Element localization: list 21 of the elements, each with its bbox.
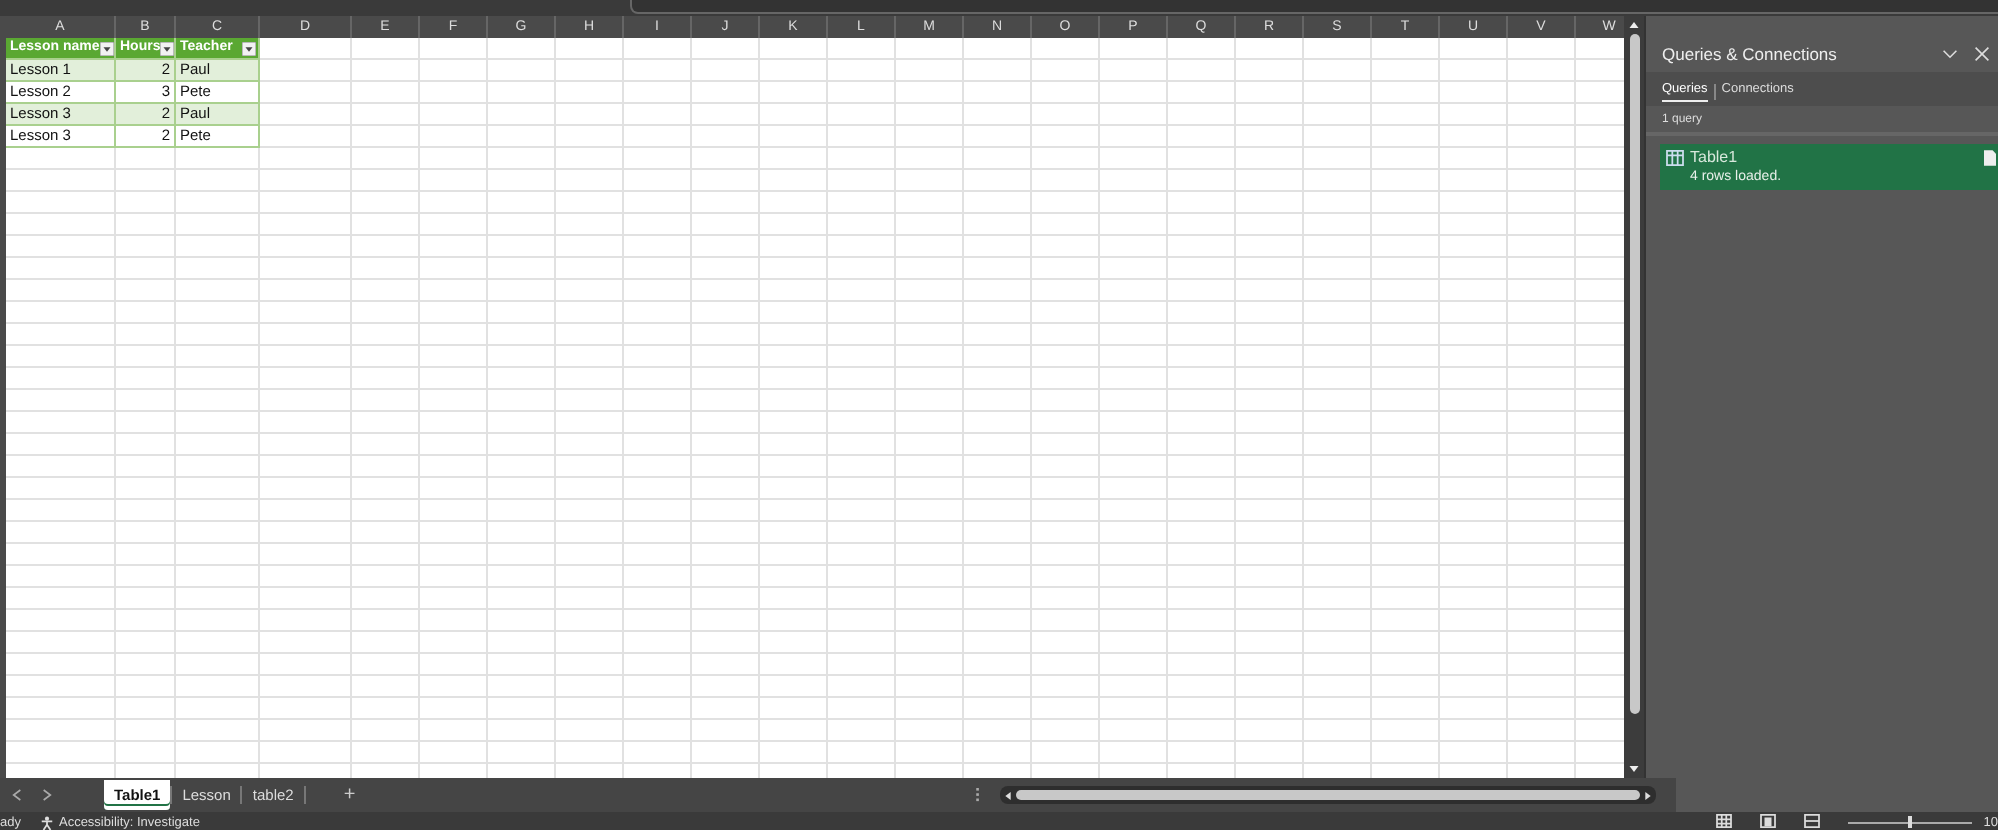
page-layout-icon[interactable] <box>1759 814 1776 828</box>
document-icon <box>1984 150 1996 166</box>
scroll-down-icon[interactable] <box>1628 764 1640 774</box>
scroll-left-icon[interactable] <box>1004 789 1012 801</box>
page-break-icon[interactable] <box>1803 814 1820 828</box>
filter-dropdown-icon[interactable] <box>160 41 175 55</box>
horizontal-scrollbar[interactable] <box>1000 786 1656 804</box>
vertical-scrollbar[interactable] <box>1624 16 1644 778</box>
normal-view-icon[interactable] <box>1715 814 1732 828</box>
filter-dropdown-icon[interactable] <box>242 41 256 55</box>
close-icon[interactable] <box>1974 46 1990 62</box>
filter-dropdown-icon[interactable] <box>99 41 114 55</box>
collapse-icon[interactable] <box>1942 46 1958 62</box>
panel-title: Queries & Connections <box>1662 44 1839 64</box>
scroll-right-icon[interactable] <box>1644 789 1652 801</box>
next-sheet-icon[interactable] <box>42 788 52 802</box>
table-icon <box>1666 149 1684 165</box>
previous-sheet-icon[interactable] <box>12 788 22 802</box>
accessibility-icon <box>40 816 55 830</box>
add-sheet-button[interactable]: + <box>337 784 362 806</box>
scroll-up-icon[interactable] <box>1628 20 1640 30</box>
